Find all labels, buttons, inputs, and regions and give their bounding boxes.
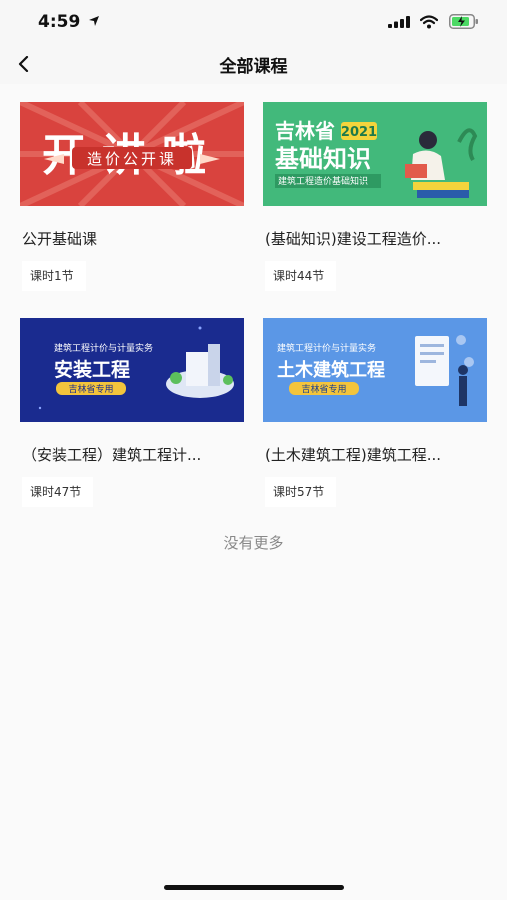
course-card[interactable]: 开讲啦 造价公开课 公开基础课 课时1节 [20, 102, 246, 302]
lesson-count-badge: 课时44节 [265, 261, 337, 291]
battery-charging-icon [449, 14, 478, 29]
course-thumbnail: 建筑工程计价与计量实务 安装工程 吉林省专用 [20, 318, 244, 422]
lesson-count-badge: 课时1节 [22, 261, 86, 291]
no-more-text: 没有更多 [223, 534, 284, 552]
course-card[interactable]: 建筑工程计价与计量实务 安装工程 吉林省专用 （安装工程）建筑工程计... 课时… [20, 318, 246, 518]
course-title: 公开基础课 [22, 230, 98, 248]
status-bar: 4:59 [0, 0, 507, 44]
location-arrow-icon [89, 16, 99, 26]
page-title: 全部课程 [219, 57, 288, 77]
course-thumbnail: 吉林省 2021 基础知识 建筑工程造价基础知识 [263, 102, 487, 206]
course-list: 开讲啦 造价公开课 公开基础课 课时1节 吉林省 2021 基础知识 建筑工程造… [0, 84, 507, 900]
thumb-line3: 建筑工程造价基础知识 [278, 175, 368, 187]
course-title: (土木建筑工程)建筑工程... [265, 446, 442, 464]
lesson-count-badge: 课时57节 [265, 477, 337, 507]
thumb-line1: 建筑工程计价与计量实务 [54, 342, 153, 354]
course-card[interactable]: 建筑工程计价与计量实务 土木建筑工程 吉林省专用 (土木建筑工程)建筑工程...… [263, 318, 489, 518]
thumb-year: 2021 [341, 125, 377, 140]
thumb-line1: 吉林省 [275, 119, 335, 143]
course-thumbnail: 开讲啦 造价公开课 [20, 102, 244, 206]
thumb-line3: 吉林省专用 [68, 383, 113, 395]
thumb-line3: 吉林省专用 [301, 383, 346, 395]
cellular-signal-icon [388, 16, 410, 28]
lesson-count-badge: 课时47节 [22, 477, 94, 507]
course-card[interactable]: 吉林省 2021 基础知识 建筑工程造价基础知识 (基础知识)建设工程造价...… [263, 102, 489, 302]
wifi-icon [420, 15, 438, 29]
thumb-line1: 建筑工程计价与计量实务 [277, 342, 376, 354]
navigation-bar: 全部课程 [0, 44, 507, 84]
thumb-small-text: 造价公开课 [87, 150, 177, 168]
status-time: 4:59 [38, 12, 81, 32]
course-title: (基础知识)建设工程造价... [265, 230, 442, 248]
thumb-line2: 安装工程 [54, 358, 130, 381]
course-title: （安装工程）建筑工程计... [22, 446, 202, 464]
thumb-line2: 基础知识 [275, 145, 371, 173]
course-thumbnail: 建筑工程计价与计量实务 土木建筑工程 吉林省专用 [263, 318, 487, 422]
home-indicator[interactable] [164, 885, 344, 890]
thumb-line2: 土木建筑工程 [277, 359, 385, 381]
